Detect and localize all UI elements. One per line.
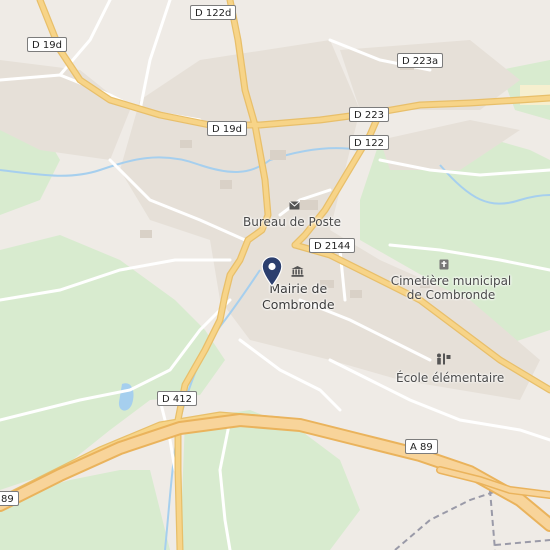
road-label-d412: D 412 xyxy=(157,391,197,406)
road-label-d122d: D 122d xyxy=(190,5,237,20)
post-office-label[interactable]: Bureau de Poste xyxy=(243,215,341,229)
cemetery-label[interactable]: Cimetière municipal de Combronde xyxy=(386,274,516,302)
location-pin-icon[interactable] xyxy=(261,256,283,287)
road-label-a89-edge: 89 xyxy=(0,491,19,506)
town-hall-icon xyxy=(291,266,304,277)
road-label-d2144: D 2144 xyxy=(309,238,356,253)
road-label-a89: A 89 xyxy=(405,439,438,454)
road-label-d122: D 122 xyxy=(349,135,389,150)
road-label-d19d: D 19d xyxy=(207,121,247,136)
cemetery-icon xyxy=(439,259,449,270)
road-label-d223a: D 223a xyxy=(397,53,444,68)
road-label-d19d: D 19d xyxy=(27,37,67,52)
town-hall-label-line2: Combronde xyxy=(262,297,335,312)
map-view[interactable]: D 122d D 19d D 223a D 223 D 19d D 122 D … xyxy=(0,0,550,550)
road-label-d223: D 223 xyxy=(349,107,389,122)
cemetery-label-line2: de Combronde xyxy=(406,288,496,302)
envelope-icon xyxy=(289,201,300,210)
school-icon xyxy=(437,353,451,365)
cemetery-label-line1: Cimetière municipal xyxy=(390,274,512,288)
school-label[interactable]: École élémentaire xyxy=(396,371,504,385)
